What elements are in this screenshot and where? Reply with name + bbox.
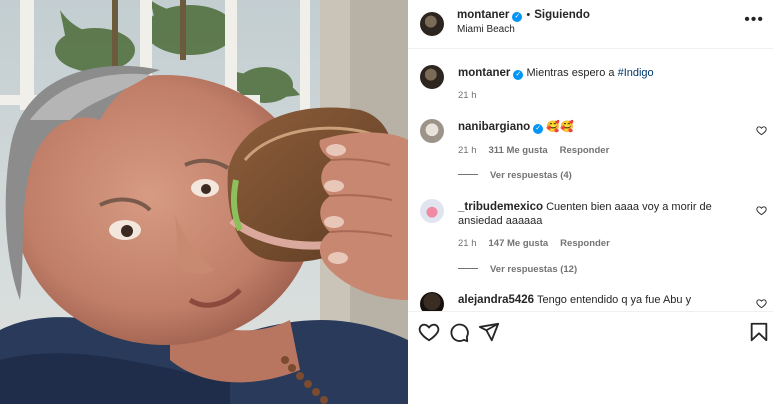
- comment-body: Tengo entendido q ya fue Abu y: [536, 294, 692, 306]
- separator-dot: •: [526, 9, 531, 21]
- view-replies-label: Ver respuestas (12): [490, 264, 578, 275]
- comment-meta: 21 h 311 Me gusta Responder: [458, 145, 609, 156]
- comment-likes[interactable]: 147 Me gusta: [489, 238, 549, 249]
- caption-time[interactable]: 21 h: [458, 90, 477, 101]
- comment-avatar[interactable]: [420, 199, 444, 223]
- comment-username[interactable]: _tribudemexico: [458, 201, 543, 213]
- caption-text: montaner ✓ Mientras espero a #Indigo: [458, 66, 758, 80]
- comment-avatar[interactable]: [420, 119, 444, 143]
- hashtag-link[interactable]: #Indigo: [618, 67, 654, 79]
- post-photo[interactable]: [0, 0, 408, 404]
- author-line: montaner ✓ • Siguiendo: [457, 9, 590, 22]
- comment-time[interactable]: 21 h: [458, 238, 477, 249]
- verified-badge-icon: ✓: [513, 70, 524, 80]
- comment-avatar[interactable]: [420, 292, 444, 311]
- view-replies-button[interactable]: Ver respuestas (12): [458, 264, 577, 275]
- post-actions-bar: [408, 311, 773, 351]
- comment-likes[interactable]: 311 Me gusta: [489, 145, 548, 156]
- author-username[interactable]: montaner: [457, 9, 509, 21]
- like-comment-heart-icon[interactable]: [756, 125, 767, 136]
- post-header: montaner ✓ • Siguiendo Miami Beach •••: [408, 0, 773, 49]
- comment-text: nanibargiano ✓ 🥰🥰: [458, 120, 758, 134]
- save-icon[interactable]: [748, 321, 770, 343]
- view-replies-button[interactable]: Ver respuestas (4): [458, 170, 572, 181]
- more-options-icon[interactable]: •••: [744, 11, 764, 29]
- caption-username[interactable]: montaner: [458, 67, 510, 79]
- location-link[interactable]: Miami Beach: [457, 24, 515, 35]
- replies-line: [458, 268, 478, 269]
- comment-username[interactable]: nanibargiano: [458, 121, 530, 133]
- comment-text: alejandra5426 Tengo entendido q ya fue A…: [458, 293, 758, 307]
- reply-button[interactable]: Responder: [560, 145, 610, 156]
- share-icon[interactable]: [478, 321, 500, 343]
- like-comment-heart-icon[interactable]: [756, 205, 767, 216]
- comment-body: 🥰🥰: [546, 121, 574, 133]
- comments-list[interactable]: montaner ✓ Mientras espero a #Indigo 21 h…: [408, 49, 773, 311]
- comment-username[interactable]: alejandra5426: [458, 294, 534, 306]
- verified-badge-icon: ✓: [512, 12, 523, 22]
- comment-meta: 21 h 147 Me gusta Responder: [458, 238, 610, 249]
- verified-badge-icon: ✓: [533, 124, 544, 134]
- post-image: [0, 0, 408, 404]
- view-replies-label: Ver respuestas (4): [490, 170, 572, 181]
- like-comment-heart-icon[interactable]: [756, 298, 767, 309]
- reply-button[interactable]: Responder: [560, 238, 610, 249]
- comment-time[interactable]: 21 h: [458, 145, 477, 156]
- comment-icon[interactable]: [448, 321, 470, 343]
- caption-body: Mientras espero a: [526, 67, 618, 79]
- author-avatar[interactable]: [420, 12, 444, 36]
- replies-line: [458, 174, 478, 175]
- post-detail-panel: montaner ✓ • Siguiendo Miami Beach ••• mont…: [408, 0, 773, 404]
- comment-text: _tribudemexico Cuenten bien aaaa voy a m…: [458, 200, 748, 228]
- like-icon[interactable]: [418, 321, 440, 343]
- following-button[interactable]: Siguiendo: [534, 9, 590, 21]
- caption-avatar[interactable]: [420, 65, 444, 89]
